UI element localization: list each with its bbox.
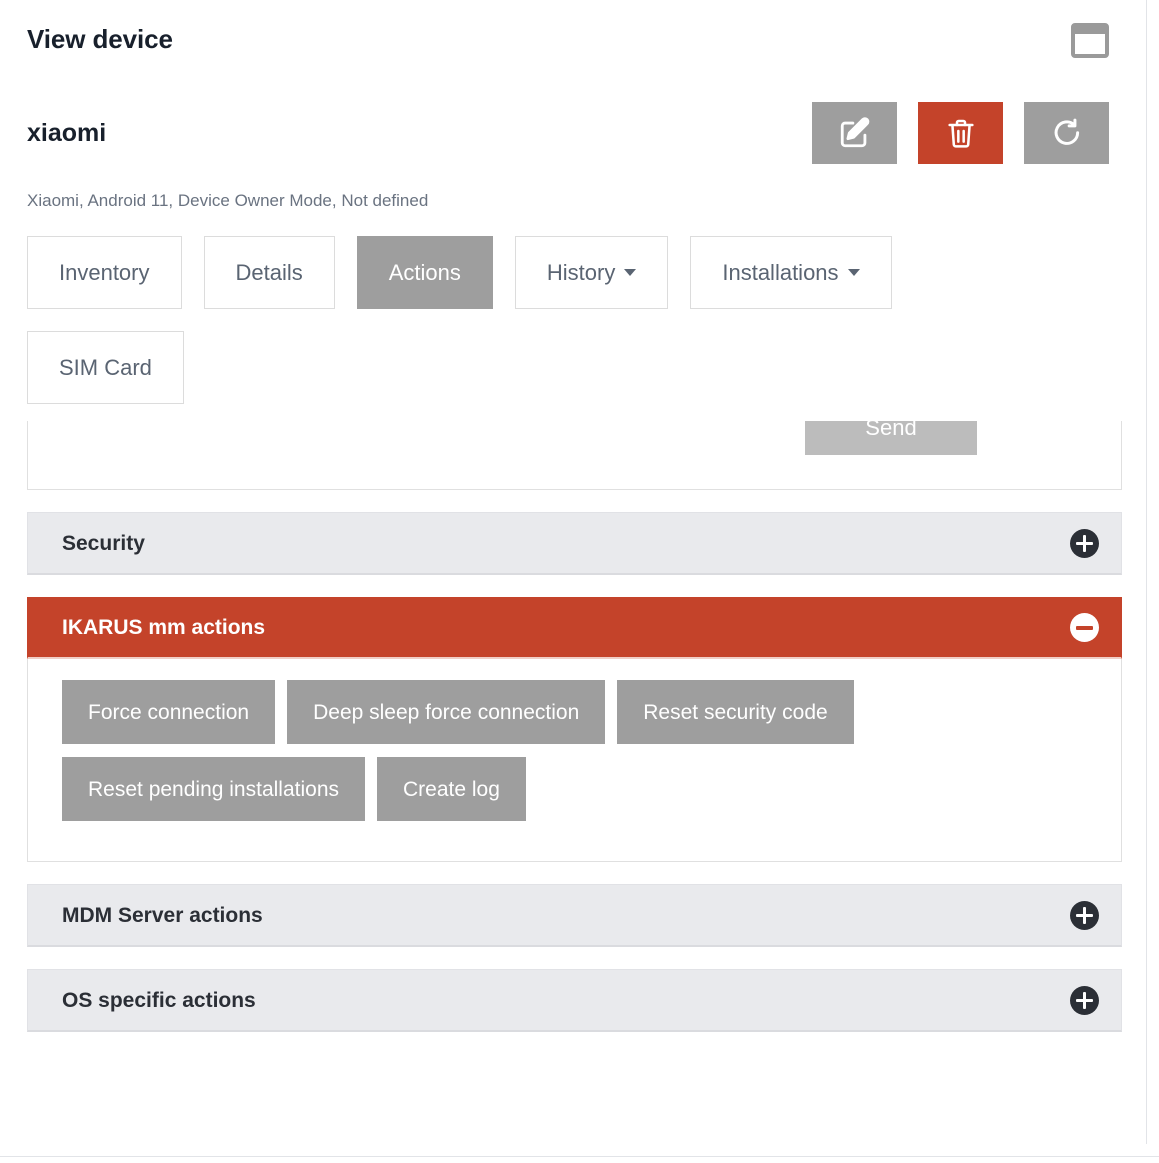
reset-security-code-button[interactable]: Reset security code — [617, 680, 854, 745]
device-name: xiaomi — [27, 118, 107, 147]
tab-label: Inventory — [59, 259, 150, 285]
chevron-down-icon — [847, 269, 860, 277]
reset-pending-installations-button[interactable]: Reset pending installations — [62, 757, 365, 822]
force-connection-button[interactable]: Force connection — [62, 680, 276, 745]
delete-device-button[interactable] — [918, 102, 1003, 164]
trash-icon — [945, 117, 977, 149]
scrolled-panel-remainder: Send — [27, 421, 1122, 491]
panel-title: OS specific actions — [62, 988, 256, 1012]
plus-circle-icon[interactable] — [1070, 528, 1099, 558]
panel-os-specific-actions-header[interactable]: OS specific actions — [27, 969, 1122, 1033]
tab-label: Details — [235, 259, 303, 285]
tab-label: History — [546, 259, 616, 285]
tab-installations[interactable]: Installations — [690, 236, 892, 310]
panel-mdm-server-actions: MDM Server actions — [27, 884, 1122, 948]
window-restore-icon — [1071, 22, 1109, 58]
device-meta: Xiaomi, Android 11, Device Owner Mode, N… — [27, 191, 429, 210]
page-right-border — [1146, 0, 1147, 1144]
tab-sim-card[interactable]: SIM Card — [27, 331, 184, 405]
tab-details[interactable]: Details — [203, 236, 335, 310]
panel-ikarus-mm-actions-body: Force connection Deep sleep force connec… — [27, 659, 1122, 863]
page-title: View device — [27, 24, 173, 54]
panel-mdm-server-actions-header[interactable]: MDM Server actions — [27, 884, 1122, 948]
page-bottom-border — [0, 1156, 1159, 1157]
panel-security: Security — [27, 512, 1122, 576]
plus-circle-icon[interactable] — [1070, 985, 1099, 1015]
panel-os-specific-actions: OS specific actions — [27, 969, 1122, 1033]
deep-sleep-force-connection-button[interactable]: Deep sleep force connection — [287, 680, 606, 745]
refresh-device-button[interactable] — [1024, 102, 1109, 164]
panel-ikarus-mm-actions-header[interactable]: IKARUS mm actions — [27, 597, 1122, 660]
device-header-row: xiaomi — [27, 102, 1131, 164]
tab-label: Actions — [388, 259, 461, 285]
tab-history[interactable]: History — [514, 236, 669, 310]
send-button[interactable]: Send — [805, 421, 977, 456]
tab-label: SIM Card — [59, 354, 152, 380]
tab-label: Installations — [722, 259, 839, 285]
view-device-page: View device xiaomi Xiaomi, Android 11, D… — [0, 0, 1159, 1163]
chevron-down-icon — [624, 269, 637, 277]
device-tabs: Inventory Details Actions History Instal… — [27, 236, 1037, 405]
panel-security-header[interactable]: Security — [27, 512, 1122, 576]
window-restore-button[interactable] — [1071, 22, 1109, 58]
ikarus-action-buttons: Force connection Deep sleep force connec… — [62, 680, 1064, 822]
minus-circle-icon[interactable] — [1070, 613, 1099, 643]
panel-title: MDM Server actions — [62, 903, 263, 927]
page-content: View device xiaomi Xiaomi, Android 11, D… — [0, 0, 1145, 1033]
panel-title: IKARUS mm actions — [62, 616, 266, 640]
plus-circle-icon[interactable] — [1070, 900, 1099, 930]
refresh-icon — [1050, 116, 1084, 150]
edit-pencil-square-icon — [838, 116, 872, 150]
tab-inventory[interactable]: Inventory — [27, 236, 182, 310]
panel-ikarus-mm-actions: IKARUS mm actions Force connection Deep … — [27, 597, 1122, 863]
titlebar: View device — [27, 0, 1131, 58]
create-log-button[interactable]: Create log — [377, 757, 526, 822]
edit-device-button[interactable] — [812, 102, 897, 164]
device-action-buttons — [812, 102, 1109, 164]
tab-actions[interactable]: Actions — [356, 236, 493, 310]
panel-title: Security — [62, 531, 145, 555]
